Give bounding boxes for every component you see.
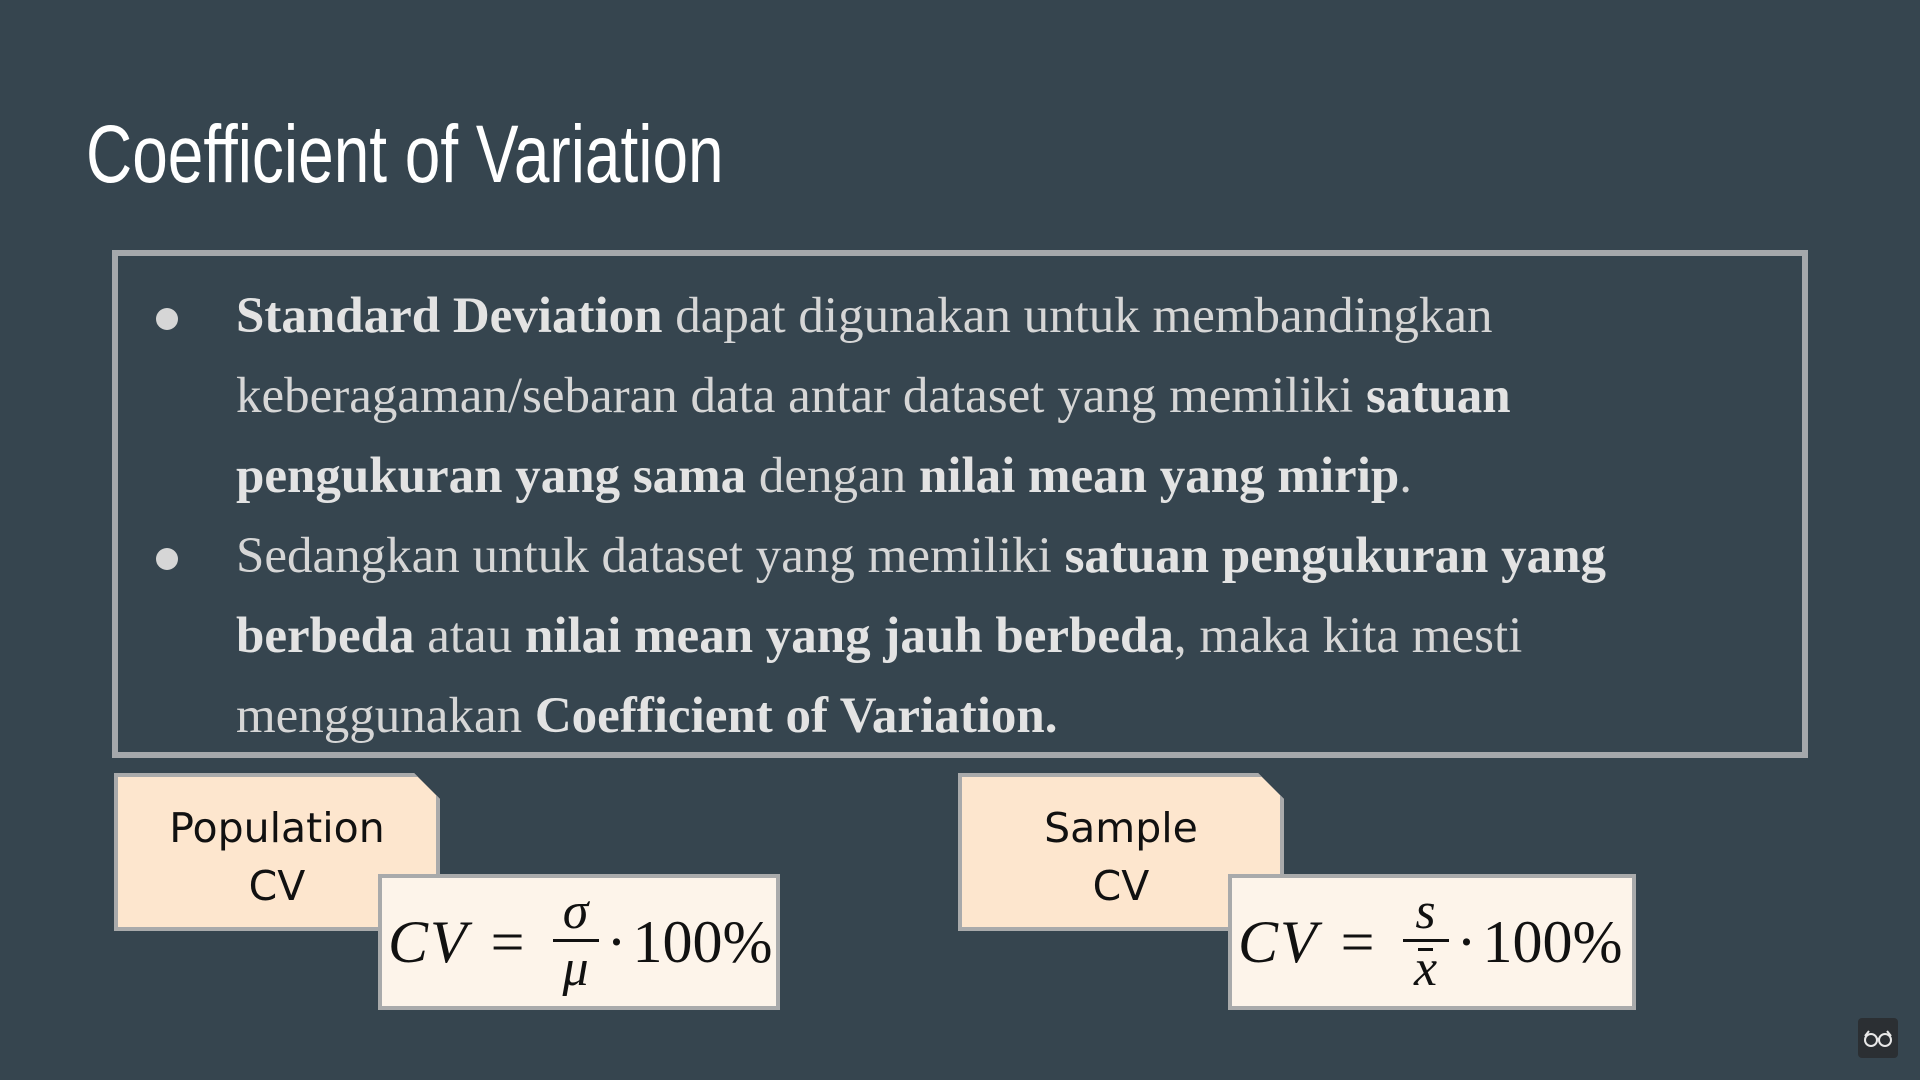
content-box: Standard Deviation dapat digunakan untuk… [112, 250, 1808, 758]
overline-bar [1417, 947, 1434, 951]
bullet-2-part-5: Coefficient of Variation. [534, 688, 1058, 744]
bullet-2-part-3: nilai mean yang jauh berbeda [524, 608, 1174, 664]
bullet-2-part-2: atau [414, 608, 525, 664]
formula-fraction: s x [1402, 882, 1449, 996]
bullet-dot-icon [156, 548, 178, 570]
population-label-line1: Population [169, 804, 385, 852]
formula-equals: = [490, 908, 525, 975]
formula-fraction: σ μ [552, 882, 599, 997]
formula-numerator: s [1415, 882, 1436, 940]
bullet-item-2: Sedangkan untuk dataset yang memiliki sa… [118, 516, 1802, 756]
formula-dot: · [606, 908, 627, 975]
bullet-2-part-0: Sedangkan untuk dataset yang memiliki [236, 528, 1065, 584]
bullet-1-part-0: Standard Deviation [236, 288, 663, 344]
bullet-list: Standard Deviation dapat digunakan untuk… [118, 276, 1802, 756]
sample-label-line1: Sample [1044, 804, 1198, 852]
bullet-1-part-3: dengan [746, 448, 919, 504]
bullet-1-part-5: . [1399, 448, 1412, 504]
formula-percent: 100% [632, 908, 773, 975]
population-cv-formula: CV = σ μ · 100% [378, 874, 780, 1010]
bullet-text-1: Standard Deviation dapat digunakan untuk… [236, 288, 1511, 504]
formula-denominator-xbar: x [1414, 941, 1437, 996]
glasses-icon-svg [1864, 1030, 1892, 1047]
formula-denominator: μ [562, 939, 589, 997]
formula-equals: = [1340, 908, 1375, 975]
formula-numerator: σ [562, 882, 589, 940]
bullet-text-2: Sedangkan untuk dataset yang memiliki sa… [236, 528, 1606, 744]
bullet-dot-icon [156, 308, 178, 330]
slide-title: Coefficient of Variation [86, 109, 724, 200]
glasses-icon[interactable] [1858, 1018, 1898, 1058]
sample-cv-formula: CV = s x · 100% [1228, 874, 1636, 1010]
formula-dot: · [1456, 908, 1477, 975]
bullet-1-part-4: nilai mean yang mirip [918, 448, 1400, 504]
bullet-item-1: Standard Deviation dapat digunakan untuk… [118, 276, 1802, 516]
formula-lhs: CV [388, 908, 469, 975]
formula-lhs: CV [1238, 908, 1319, 975]
formula-percent: 100% [1482, 908, 1623, 975]
